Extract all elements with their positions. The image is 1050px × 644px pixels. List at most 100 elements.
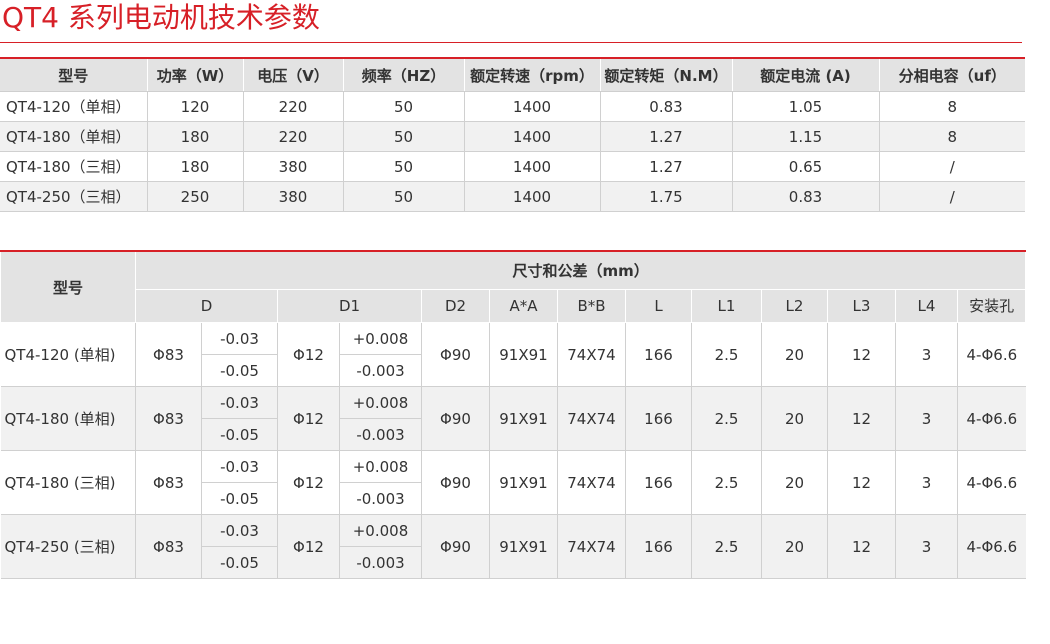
d1-tol-lower-cell: -0.003 (339, 546, 422, 579)
d1-tol-upper-cell: +0.008 (339, 386, 422, 419)
table-cell: 380 (242, 181, 343, 212)
d1-tol-lower-cell: -0.003 (339, 418, 422, 451)
electrical-params-table: 型号 功率（W） 电压（V） 频率（HZ） 额定转速（rpm） 额定转矩（N.M… (0, 57, 1025, 212)
table-cell: / (878, 181, 1025, 212)
l2-cell: 20 (761, 386, 828, 451)
column-header: B*B (557, 288, 626, 324)
d-tol-upper-cell: -0.03 (201, 386, 278, 419)
table-cell: 1.15 (731, 121, 879, 152)
column-header: 额定电流 (A) (731, 57, 879, 92)
column-header: L (625, 288, 692, 324)
hole-cell: 4-Φ6.6 (956, 450, 1026, 515)
column-header: 额定转矩（N.M） (599, 57, 732, 92)
table-cell: 380 (242, 151, 343, 182)
column-header: A*A (489, 288, 558, 324)
l2-cell: 20 (761, 450, 828, 515)
d2-cell: Φ90 (421, 514, 490, 579)
model-column-header: 型号 (0, 250, 136, 323)
l3-cell: 12 (827, 514, 896, 579)
table-row: QT4-180 (单相) Φ83 -0.03 Φ12 +0.008 Φ90 91… (0, 386, 1026, 451)
l-cell: 166 (625, 514, 692, 579)
d1-cell: Φ12 (277, 450, 340, 515)
l4-cell: 3 (895, 322, 958, 387)
column-header: D (135, 288, 278, 324)
table-cell: QT4-250（三相） (0, 181, 147, 212)
table-cell: / (878, 151, 1025, 182)
hole-cell: 4-Φ6.6 (956, 322, 1026, 387)
column-header: 功率（W） (146, 57, 243, 92)
table-cell: 1400 (463, 121, 600, 152)
l2-cell: 20 (761, 514, 828, 579)
d1-tol-lower-cell: -0.003 (339, 482, 422, 515)
d1-cell: Φ12 (277, 322, 340, 387)
table-cell: 0.65 (731, 151, 879, 182)
page-title: QT4 系列电动机技术参数 (2, 1, 320, 34)
l3-cell: 12 (827, 386, 896, 451)
l4-cell: 3 (895, 386, 958, 451)
dimensions-table: 型号 尺寸和公差（mm） D D1 D2 A*A B*B L L1 L2 L3 … (0, 249, 1027, 579)
table-row: QT4-180（三相） 180 380 50 1400 1.27 0.65 / (0, 151, 1025, 182)
table-cell: 1.05 (731, 91, 879, 122)
title-divider (0, 42, 1022, 43)
column-header: 安装孔 (956, 288, 1027, 324)
table-cell: 120 (146, 91, 243, 122)
dimensions-group-header: 尺寸和公差（mm） (134, 249, 1027, 290)
model-cell: QT4-180 (三相) (0, 450, 136, 515)
column-header: L4 (895, 288, 958, 324)
column-header: 额定转速（rpm） (463, 57, 600, 92)
l1-cell: 2.5 (691, 514, 762, 579)
table-cell: 50 (342, 121, 464, 152)
table-cell: 1400 (463, 91, 600, 122)
table-cell: QT4-180（单相） (0, 121, 147, 152)
column-header: 分相电容（uf） (878, 57, 1025, 92)
bb-cell: 74X74 (557, 386, 626, 451)
l1-cell: 2.5 (691, 386, 762, 451)
d-cell: Φ83 (135, 322, 202, 387)
table-row: QT4-250 (三相) Φ83 -0.03 Φ12 +0.008 Φ90 91… (0, 514, 1026, 579)
l4-cell: 3 (895, 450, 958, 515)
d1-cell: Φ12 (277, 386, 340, 451)
table-cell: QT4-180（三相） (0, 151, 147, 182)
l2-cell: 20 (761, 322, 828, 387)
d2-cell: Φ90 (421, 450, 490, 515)
d2-cell: Φ90 (421, 386, 490, 451)
d1-tol-upper-cell: +0.008 (339, 450, 422, 483)
d1-tol-lower-cell: -0.003 (339, 354, 422, 387)
table-cell: 220 (242, 121, 343, 152)
table-header-row: 型号 尺寸和公差（mm） (0, 249, 1027, 323)
l1-cell: 2.5 (691, 450, 762, 515)
hole-cell: 4-Φ6.6 (956, 514, 1026, 579)
d-tol-lower-cell: -0.05 (201, 418, 278, 451)
l-cell: 166 (625, 322, 692, 387)
table-cell: 1400 (463, 151, 600, 182)
table-cell: 180 (146, 151, 243, 182)
aa-cell: 91X91 (489, 514, 558, 579)
hole-cell: 4-Φ6.6 (956, 386, 1026, 451)
model-cell: QT4-180 (单相) (0, 386, 136, 451)
table-cell: 0.83 (599, 91, 732, 122)
l3-cell: 12 (827, 450, 896, 515)
table-cell: 8 (878, 121, 1025, 152)
table-row: QT4-120 (单相) Φ83 -0.03 Φ12 +0.008 Φ90 91… (0, 322, 1026, 387)
table-cell: 50 (342, 181, 464, 212)
column-header: L3 (827, 288, 896, 324)
column-header: 型号 (0, 57, 147, 92)
table-cell: 1.75 (599, 181, 732, 212)
model-cell: QT4-120 (单相) (0, 322, 136, 387)
l1-cell: 2.5 (691, 322, 762, 387)
table-cell: QT4-120（单相） (0, 91, 147, 122)
d1-tol-upper-cell: +0.008 (339, 322, 422, 355)
d1-cell: Φ12 (277, 514, 340, 579)
column-header: D1 (277, 288, 422, 324)
bb-cell: 74X74 (557, 322, 626, 387)
table-cell: 1.27 (599, 151, 732, 182)
d-tol-lower-cell: -0.05 (201, 354, 278, 387)
l-cell: 166 (625, 386, 692, 451)
table-cell: 8 (878, 91, 1025, 122)
column-header: D2 (421, 288, 490, 324)
table-cell: 50 (342, 151, 464, 182)
table-cell: 220 (242, 91, 343, 122)
d-tol-lower-cell: -0.05 (201, 482, 278, 515)
column-header: 频率（HZ） (342, 57, 464, 92)
d-tol-upper-cell: -0.03 (201, 514, 278, 547)
